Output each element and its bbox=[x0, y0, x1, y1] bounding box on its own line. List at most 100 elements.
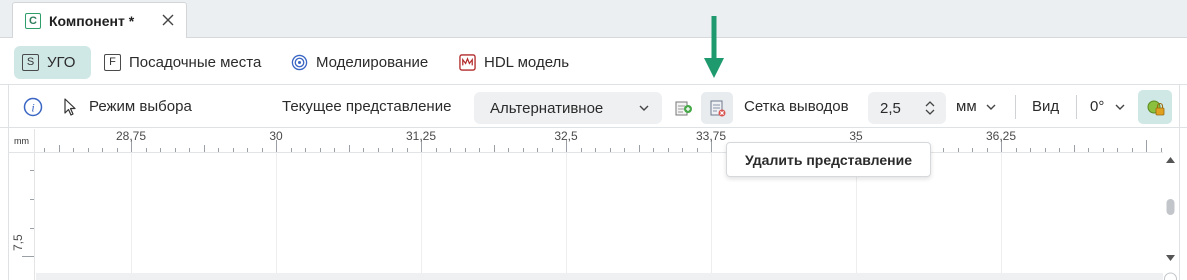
horizontal-scrollbar[interactable] bbox=[36, 273, 1163, 280]
representation-label: Текущее представление bbox=[282, 98, 452, 115]
ruler-tick bbox=[972, 148, 973, 152]
ruler-tick bbox=[261, 148, 263, 152]
ruler-tick bbox=[1088, 148, 1089, 152]
toolbar: i Режим выбора Текущее представление Аль… bbox=[0, 84, 1187, 128]
delete-representation-button[interactable] bbox=[701, 92, 733, 124]
section-ugo-button[interactable]: S УГО bbox=[14, 46, 91, 79]
document-tab[interactable]: C Компонент * bbox=[12, 2, 187, 39]
ruler-tick bbox=[435, 148, 437, 152]
ruler-tick bbox=[1131, 148, 1133, 152]
vertical-ruler-label: 7,5 bbox=[11, 234, 25, 251]
ruler-tick bbox=[30, 228, 34, 229]
ruler-tick bbox=[667, 148, 669, 152]
chevron-down-icon bbox=[986, 104, 996, 110]
ruler-tick bbox=[943, 148, 944, 152]
symbol-icon: S bbox=[22, 54, 39, 71]
pin-grid-label: Сетка выводов bbox=[744, 98, 849, 115]
ruler-tick bbox=[44, 148, 45, 152]
schematic-canvas[interactable] bbox=[36, 153, 1163, 280]
ruler-tick bbox=[392, 148, 393, 152]
ruler-tick bbox=[102, 148, 103, 152]
ruler-tick bbox=[551, 148, 553, 152]
ruler-tick bbox=[1073, 145, 1075, 152]
section-hdl-button[interactable]: HDL модель bbox=[451, 46, 585, 79]
ruler-tick bbox=[1044, 148, 1046, 152]
ruler-tick bbox=[493, 145, 495, 152]
delete-representation-tooltip: Удалить представление bbox=[726, 142, 931, 177]
delete-representation-icon bbox=[710, 100, 726, 117]
ruler-tick bbox=[334, 148, 335, 152]
ruler-tick bbox=[363, 148, 364, 152]
ruler-tick bbox=[1117, 148, 1118, 152]
add-representation-button[interactable] bbox=[667, 92, 699, 124]
ruler-tick bbox=[638, 145, 640, 152]
grid-line bbox=[421, 153, 422, 280]
grid-line bbox=[711, 153, 712, 280]
ruler-tick bbox=[145, 148, 147, 152]
ruler-tick bbox=[1160, 148, 1162, 152]
ruler-tick bbox=[22, 256, 34, 257]
ruler-tick bbox=[1146, 140, 1147, 152]
representation-select[interactable]: Альтернативное bbox=[474, 92, 662, 124]
ruler-tick bbox=[580, 148, 582, 152]
select-mode-label: Режим выбора bbox=[89, 98, 192, 115]
ruler-tick bbox=[479, 148, 480, 152]
ruler-tick bbox=[406, 148, 408, 152]
ruler-tick bbox=[218, 148, 219, 152]
section-hdl-label: HDL модель bbox=[484, 54, 570, 71]
add-representation-icon bbox=[675, 101, 692, 116]
ruler-tick bbox=[450, 148, 451, 152]
ruler-tick bbox=[1102, 148, 1104, 152]
ruler-tick bbox=[189, 148, 190, 152]
section-footprints-button[interactable]: F Посадочные места bbox=[96, 46, 278, 79]
section-simulation-button[interactable]: Моделирование bbox=[283, 46, 445, 79]
ruler-label: 30 bbox=[269, 129, 283, 143]
footprint-icon: F bbox=[104, 54, 121, 71]
ruler-tick bbox=[1059, 148, 1060, 152]
ruler-tick bbox=[624, 148, 625, 152]
document-tab-title: Компонент * bbox=[49, 13, 135, 29]
ruler-tick bbox=[609, 148, 611, 152]
lock-settings-button[interactable] bbox=[1138, 90, 1172, 124]
annotation-arrow-icon bbox=[704, 16, 724, 78]
close-icon[interactable] bbox=[160, 12, 176, 28]
ruler-tick bbox=[30, 199, 34, 200]
chevron-down-icon bbox=[1115, 104, 1125, 110]
ruler-tick bbox=[160, 148, 161, 152]
ruler-tick bbox=[174, 148, 176, 152]
toolbar-separator bbox=[1015, 95, 1016, 119]
ruler-tick bbox=[464, 148, 466, 152]
pin-grid-input[interactable]: 2,5 bbox=[868, 92, 946, 124]
vertical-scrollbar[interactable] bbox=[1163, 153, 1178, 280]
ruler-tick bbox=[653, 148, 654, 152]
ruler-tick bbox=[203, 145, 205, 152]
unit-select[interactable]: мм bbox=[956, 85, 997, 128]
ruler-tick bbox=[116, 148, 118, 152]
panel-right-border bbox=[1179, 84, 1180, 280]
ruler-tick bbox=[73, 148, 74, 152]
rotation-select[interactable]: 0° bbox=[1090, 85, 1126, 128]
ruler-tick bbox=[595, 148, 596, 152]
ruler-tick bbox=[1015, 148, 1017, 152]
chevron-down-icon bbox=[639, 105, 649, 111]
grid-line bbox=[131, 153, 132, 280]
ruler-unit: mm bbox=[9, 129, 35, 153]
horizontal-ruler: 28,75 30 31,25 32,5 33,75 35 36,25 bbox=[35, 128, 1163, 153]
ruler-tick bbox=[305, 148, 306, 152]
ruler-tick bbox=[682, 148, 683, 152]
ruler-tick bbox=[377, 148, 379, 152]
ruler-tick bbox=[232, 148, 234, 152]
component-icon: C bbox=[25, 13, 41, 29]
ruler-tick bbox=[537, 148, 538, 152]
ruler-tick bbox=[522, 148, 524, 152]
info-icon[interactable]: i bbox=[23, 97, 43, 117]
spiral-icon bbox=[291, 54, 308, 71]
spinner-icon[interactable] bbox=[924, 100, 936, 116]
ruler-label: 35 bbox=[849, 129, 863, 143]
ruler-label: 33,75 bbox=[695, 129, 727, 143]
view-button[interactable]: Вид bbox=[1032, 85, 1059, 128]
hdl-icon bbox=[459, 54, 476, 71]
component-lock-icon bbox=[1147, 100, 1165, 116]
ruler-tick bbox=[508, 148, 509, 152]
select-mode-button[interactable]: Режим выбора bbox=[62, 85, 192, 128]
